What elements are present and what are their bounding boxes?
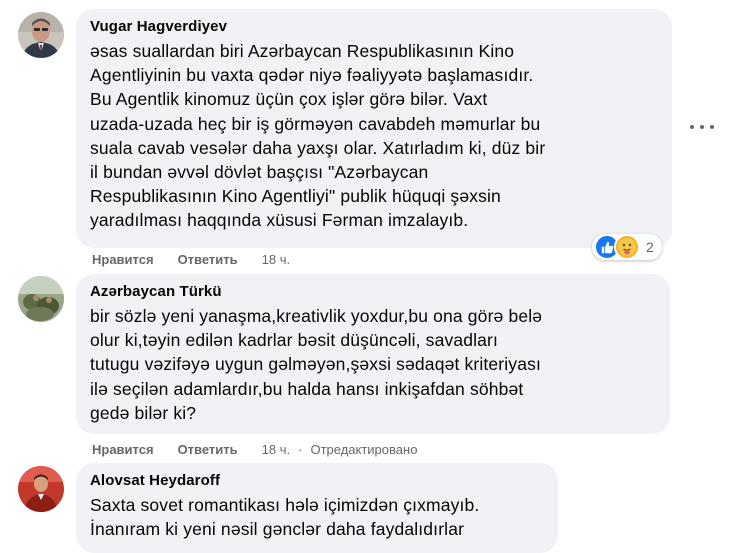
comment-timestamp[interactable]: 18 ч. bbox=[262, 442, 290, 457]
comment-bubble: Vugar Hagverdiyev əsas suallardan biri A… bbox=[76, 9, 672, 248]
comment-text: əsas suallardan biri Azərbaycan Respubli… bbox=[90, 41, 546, 231]
comment-actions: Нравится Ответить 18 ч. bbox=[92, 250, 308, 268]
like-button[interactable]: Нравится bbox=[92, 252, 154, 267]
comment-author[interactable]: Azərbaycan Türkü bbox=[90, 282, 656, 302]
edited-label[interactable]: Отредактировано bbox=[310, 442, 417, 457]
more-horizontal-icon[interactable] bbox=[690, 121, 714, 133]
comment-author[interactable]: Alovsat Heydaroff bbox=[90, 471, 544, 491]
comment-text: bir sözlə yeni yanaşma,kreativlik yoxdur… bbox=[90, 306, 543, 423]
separator-dot: · bbox=[298, 441, 303, 457]
comment-timestamp[interactable]: 18 ч. bbox=[262, 252, 290, 267]
like-button[interactable]: Нравится bbox=[92, 442, 154, 457]
reactions-count: 2 bbox=[646, 239, 654, 255]
comment-bubble: Azərbaycan Türkü bir sözlə yeni yanaşma,… bbox=[76, 274, 670, 434]
comment-text: Saxta sovet romantikası hələ içimizdən ç… bbox=[90, 495, 480, 540]
comment-bubble: Alovsat Heydaroff Saxta sovet romantikas… bbox=[76, 463, 558, 553]
reply-button[interactable]: Ответить bbox=[178, 442, 238, 457]
comment-actions: Нравится Ответить 18 ч. · Отредактирован… bbox=[92, 440, 417, 458]
reactions-summary[interactable]: 2 bbox=[592, 234, 662, 260]
care-reaction-icon bbox=[614, 234, 640, 260]
avatar[interactable] bbox=[18, 466, 64, 512]
avatar[interactable] bbox=[18, 12, 64, 58]
reply-button[interactable]: Ответить bbox=[178, 252, 238, 267]
avatar[interactable] bbox=[18, 276, 64, 322]
comment-author[interactable]: Vugar Hagverdiyev bbox=[90, 17, 658, 37]
